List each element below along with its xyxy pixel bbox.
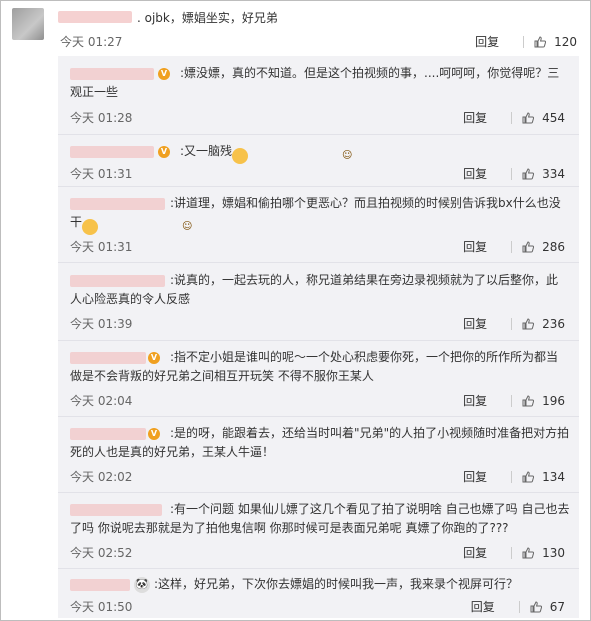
like-icon[interactable] bbox=[522, 168, 535, 180]
like-icon[interactable] bbox=[522, 547, 535, 559]
comment-actions: 回复 120 bbox=[475, 35, 577, 49]
reply-button[interactable]: 回复 bbox=[463, 317, 487, 331]
reply-item: V :是的呀，能跟着去，还给当时叫着"兄弟"的人拍了小视频随时准备把对方拍死的人… bbox=[58, 416, 579, 493]
reply-button[interactable]: 回复 bbox=[475, 35, 499, 49]
reply-item: :有一个问题 如果仙儿嫖了这几个看见了拍了说明啥 自己也嫖了吗 自己也去了吗 你… bbox=[58, 492, 579, 569]
like-icon[interactable] bbox=[522, 112, 535, 124]
reply-item: 🐼 :这样，好兄弟，下次你去嫖娼的时候叫我一声，我来录个视屏可行？ 今天 01:… bbox=[58, 568, 579, 619]
emoji-icon: ☺ bbox=[82, 219, 192, 235]
reply-text: :嫖没嫖，真的不知道。但是这个拍视频的事，....呵呵呵，你觉得呢？三观正一些 bbox=[70, 66, 560, 99]
emoji-icon: ☺ bbox=[232, 148, 352, 164]
reply-button[interactable]: 回复 bbox=[463, 546, 487, 560]
divider bbox=[511, 395, 513, 407]
reply-actions: 回复 286 bbox=[463, 240, 565, 254]
parent-comment: . ojbk，嫖娼坐实，好兄弟 今天 01:27 回复 120 bbox=[0, 0, 591, 56]
divider bbox=[511, 112, 513, 124]
divider bbox=[511, 547, 513, 559]
reply-actions: 回复 134 bbox=[463, 470, 565, 484]
avatar[interactable] bbox=[12, 8, 44, 40]
like-icon[interactable] bbox=[522, 241, 535, 253]
divider bbox=[523, 36, 525, 48]
like-count: 67 bbox=[549, 600, 565, 614]
reply-text: :指不定小姐是谁叫的呢～一个处心积虑要你死，一个把你的所作所为都当做是不会背叛的… bbox=[70, 350, 559, 383]
reply-text: :这样，好兄弟，下次你去嫖娼的时候叫我一声，我来录个视屏可行？ bbox=[154, 577, 519, 591]
reply-button[interactable]: 回复 bbox=[463, 111, 487, 125]
divider bbox=[511, 318, 513, 330]
like-count: 130 bbox=[542, 546, 565, 560]
reply-button[interactable]: 回复 bbox=[463, 167, 487, 181]
reply-actions: 回复 130 bbox=[463, 546, 565, 560]
reply-actions: 回复 196 bbox=[463, 394, 565, 408]
reply-actions: 回复 334 bbox=[463, 167, 565, 181]
like-count: 196 bbox=[542, 394, 565, 408]
reply-item: :讲道理，嫖娼和偷拍哪个更恶心？而且拍视频的时候别告诉我bx什么也没干 ☺ 今天 … bbox=[58, 186, 579, 263]
reply-text: :是的呀，能跟着去，还给当时叫着"兄弟"的人拍了小视频随时准备把对方拍死的人也是… bbox=[70, 426, 570, 459]
reply-text: :有一个问题 如果仙儿嫖了这几个看见了拍了说明啥 自己也嫖了吗 自己也去了吗 你… bbox=[70, 502, 570, 535]
like-icon[interactable] bbox=[522, 395, 535, 407]
reply-time: 今天 01:39 bbox=[70, 317, 133, 331]
reply-time: 今天 02:04 bbox=[70, 394, 133, 408]
reply-button[interactable]: 回复 bbox=[463, 470, 487, 484]
replies-panel: V :嫖没嫖，真的不知道。但是这个拍视频的事，....呵呵呵，你觉得呢？三观正一… bbox=[58, 56, 579, 618]
divider bbox=[511, 471, 513, 483]
like-count: 134 bbox=[542, 470, 565, 484]
reply-button[interactable]: 回复 bbox=[463, 240, 487, 254]
like-count: 334 bbox=[542, 167, 565, 181]
reply-actions: 回复 67 bbox=[471, 600, 565, 614]
comment-time: 今天 01:27 bbox=[60, 35, 123, 49]
reply-time: 今天 01:28 bbox=[70, 111, 133, 125]
like-count: 236 bbox=[542, 317, 565, 331]
like-count: 454 bbox=[542, 111, 565, 125]
like-icon[interactable] bbox=[522, 471, 535, 483]
like-icon[interactable] bbox=[522, 318, 535, 330]
comment-text: . ojbk，嫖娼坐实，好兄弟 bbox=[137, 11, 278, 25]
reply-time: 今天 02:52 bbox=[70, 546, 133, 560]
username-blurred[interactable] bbox=[58, 11, 132, 23]
reply-item: V :指不定小姐是谁叫的呢～一个处心积虑要你死，一个把你的所作所为都当做是不会背… bbox=[58, 340, 579, 417]
like-icon[interactable] bbox=[530, 601, 542, 613]
like-count: 286 bbox=[542, 240, 565, 254]
reply-time: 今天 01:31 bbox=[70, 240, 133, 254]
reply-item: V :嫖没嫖，真的不知道。但是这个拍视频的事，....呵呵呵，你觉得呢？三观正一… bbox=[58, 56, 579, 134]
reply-time: 今天 01:50 bbox=[70, 600, 133, 614]
like-icon[interactable] bbox=[534, 36, 547, 48]
divider bbox=[511, 241, 513, 253]
reply-button[interactable]: 回复 bbox=[463, 394, 487, 408]
reply-text: :说真的，一起去玩的人，称兄道弟结果在旁边录视频就为了以后整你，此人心险恶真的令… bbox=[70, 273, 559, 306]
reply-button[interactable]: 回复 bbox=[471, 600, 495, 614]
reply-time: 今天 01:31 bbox=[70, 167, 133, 181]
like-count: 120 bbox=[554, 35, 577, 49]
divider bbox=[518, 601, 520, 613]
divider bbox=[511, 168, 513, 180]
reply-actions: 回复 454 bbox=[463, 111, 565, 125]
reply-time: 今天 02:02 bbox=[70, 470, 133, 484]
reply-text: :又一脑残 ☺ bbox=[70, 142, 570, 164]
reply-item: V :又一脑残 ☺ 今天 01:31 回复 334 bbox=[58, 134, 579, 187]
reply-text: :讲道理，嫖娼和偷拍哪个更恶心？而且拍视频的时候别告诉我bx什么也没干 ☺ bbox=[70, 194, 570, 235]
reply-actions: 回复 236 bbox=[463, 317, 565, 331]
reply-item: :说真的，一起去玩的人，称兄道弟结果在旁边录视频就为了以后整你，此人心险恶真的令… bbox=[58, 262, 579, 341]
